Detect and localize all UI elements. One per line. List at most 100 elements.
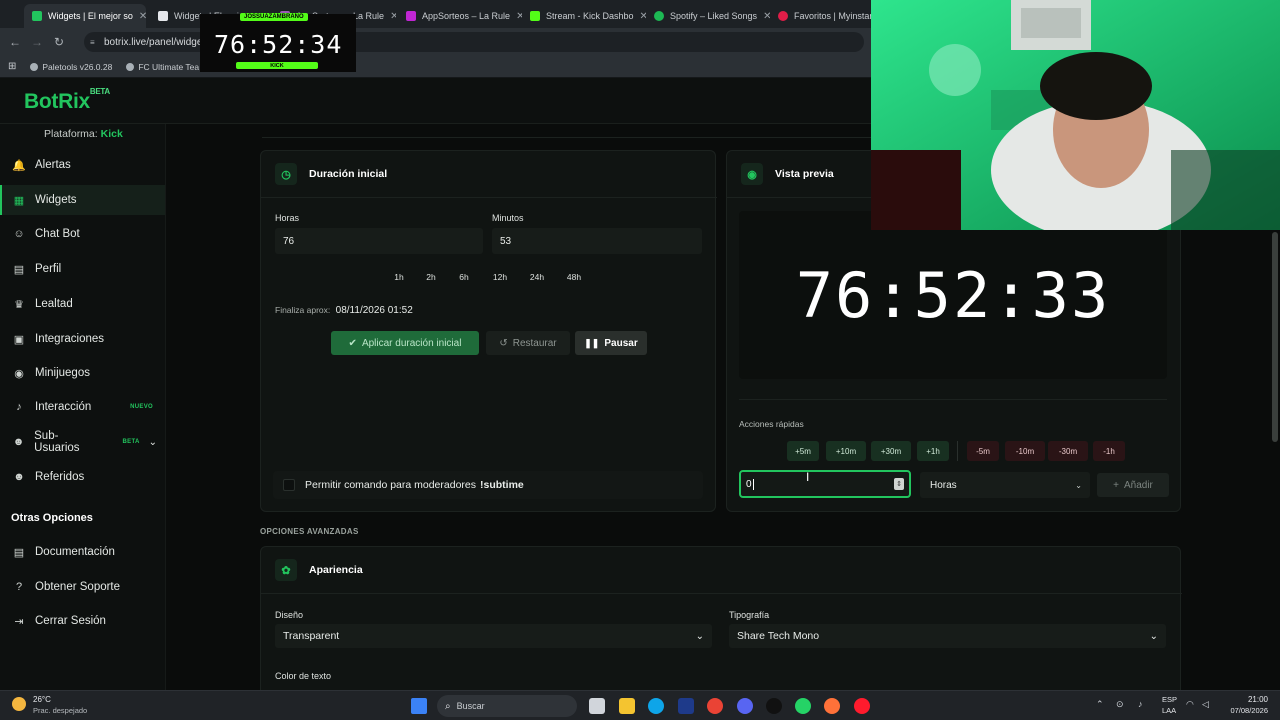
edge-icon[interactable] xyxy=(648,698,664,714)
nav-badge: BETA xyxy=(122,439,140,445)
keyboard-language[interactable]: ESP xyxy=(1162,695,1177,704)
browser-tab[interactable]: Widgets | El mejor so ✕ xyxy=(24,4,146,28)
puzzle-icon: ▣ xyxy=(13,333,25,346)
sidebar-item-widgets[interactable]: ▦ Widgets xyxy=(0,185,165,215)
close-tab-icon[interactable]: ✕ xyxy=(763,11,770,22)
browser-tab[interactable]: Stream - Kick Dashbo ✕ xyxy=(522,4,646,28)
preset-48h-button[interactable]: 48h xyxy=(559,267,589,287)
volume-icon[interactable]: ◁ xyxy=(1202,699,1209,710)
time-amount-input[interactable]: 0 ⇕ xyxy=(739,470,911,498)
browser-tab[interactable]: AppSorteos – La Rule ✕ xyxy=(398,4,522,28)
task-view-icon[interactable] xyxy=(589,698,605,714)
add-time-label: Añadir xyxy=(1123,479,1153,491)
browser-tab[interactable]: Favoritos | Myinstants xyxy=(770,4,872,28)
sidebar-item-documentaci-n[interactable]: ▤ Documentación xyxy=(0,537,165,567)
wifi-icon[interactable]: ◠ xyxy=(1186,699,1194,710)
time-unit-value: Horas xyxy=(930,479,957,491)
pause-button[interactable]: ❚❚ Pausar xyxy=(575,331,647,355)
sidebar-item-lealtad[interactable]: ♛ Lealtad xyxy=(0,289,165,319)
mic-icon[interactable]: ♪ xyxy=(1138,699,1143,709)
app-icon[interactable] xyxy=(766,698,782,714)
add-10m-button[interactable]: +10m xyxy=(826,441,866,461)
nav-badge: NUEVO xyxy=(130,404,153,410)
gamepad-icon: ◉ xyxy=(14,367,24,380)
reload-icon[interactable]: ↻ xyxy=(48,31,70,53)
sidebar-item-obtener-soporte[interactable]: ? Obtener Soporte xyxy=(0,572,165,602)
sidebar-item-integraciones[interactable]: ▣ Integraciones xyxy=(0,324,165,354)
back-icon[interactable]: ← xyxy=(4,31,26,53)
add-time-button[interactable]: + Añadir xyxy=(1097,473,1169,497)
tray-app-icon[interactable]: ⊙ xyxy=(1116,699,1124,710)
sidebar-item-perfil[interactable]: ▤ Perfil xyxy=(0,254,165,284)
preset-12h-button[interactable]: 12h xyxy=(485,267,515,287)
subtract-1h-button[interactable]: -1h xyxy=(1093,441,1125,461)
tab-favicon-icon xyxy=(778,11,788,21)
sidebar-item-interacci-n[interactable]: ♪ Interacción NUEVO xyxy=(0,392,165,422)
apps-grid-icon[interactable]: ⊞ xyxy=(8,61,16,72)
sidebar-item-label: Interacción xyxy=(35,401,92,413)
moderator-checkbox[interactable] xyxy=(283,479,295,491)
preset-1h-button[interactable]: 1h xyxy=(385,267,413,287)
appearance-card-title: Apariencia xyxy=(309,564,363,576)
font-select[interactable]: Share Tech Mono ⌄ xyxy=(729,624,1166,648)
clock-time[interactable]: 21:00 xyxy=(1218,695,1268,704)
firefox-icon[interactable] xyxy=(824,698,840,714)
bookmark-item[interactable]: Paletools v26.0.28 xyxy=(30,62,112,72)
search-icon: ⌕ xyxy=(445,700,451,712)
site-info-icon[interactable]: ≡ xyxy=(90,38,95,47)
stream-timer-overlay: JOSSUAZAMBRANO 76:52:34 KICK xyxy=(200,13,356,72)
tab-label: Stream - Kick Dashbo xyxy=(546,11,634,21)
chevron-down-icon[interactable]: ⌄ xyxy=(149,437,157,448)
sidebar-item-chat-bot[interactable]: ☺ Chat Bot xyxy=(0,219,165,249)
file-explorer-icon[interactable] xyxy=(619,698,635,714)
botrix-logo[interactable]: BotRixBETA xyxy=(24,87,110,114)
preset-6h-button[interactable]: 6h xyxy=(450,267,478,287)
whatsapp-icon[interactable] xyxy=(795,698,811,714)
sidebar-item-minijuegos[interactable]: ◉ Minijuegos xyxy=(0,358,165,388)
store-icon[interactable] xyxy=(678,698,694,714)
taskbar-search[interactable]: ⌕ Buscar xyxy=(437,695,577,717)
close-tab-icon[interactable]: ✕ xyxy=(139,11,146,22)
bookmark-item[interactable]: FC Ultimate Tea xyxy=(126,62,199,72)
screen: Widgets | El mejor so ✕ Widgets | El mej… xyxy=(0,0,1280,720)
sidebar-item-sub-usuarios[interactable]: ☻ Sub-Usuarios BETA ⌄ xyxy=(0,427,165,457)
preset-24h-button[interactable]: 24h xyxy=(522,267,552,287)
add-1h-button[interactable]: +1h xyxy=(917,441,949,461)
sidebar-item-cerrar-sesi-n[interactable]: ⇥ Cerrar Sesión xyxy=(0,606,165,636)
restore-button[interactable]: ↺ Restaurar xyxy=(486,331,570,355)
browser-tab[interactable]: Spotify – Liked Songs ✕ xyxy=(646,4,770,28)
sidebar-item-label: Chat Bot xyxy=(35,228,80,240)
discord-icon[interactable] xyxy=(737,698,753,714)
add-30m-button[interactable]: +30m xyxy=(871,441,911,461)
windows-start-icon[interactable] xyxy=(411,698,427,714)
tab-favicon-icon xyxy=(654,11,664,21)
apply-initial-duration-button[interactable]: ✔ Aplicar duración inicial xyxy=(331,331,479,355)
sidebar-item-label: Lealtad xyxy=(35,298,73,310)
chevron-down-icon: ⌄ xyxy=(695,630,704,642)
tray-chevron-icon[interactable]: ⌃ xyxy=(1096,699,1104,710)
close-tab-icon[interactable]: ✕ xyxy=(390,11,396,22)
design-select[interactable]: Transparent ⌄ xyxy=(275,624,712,648)
sidebar-item-label: Cerrar Sesión xyxy=(35,615,106,627)
minutes-input[interactable]: 53 xyxy=(492,228,702,254)
page-scrollbar[interactable] xyxy=(1272,232,1278,442)
tab-label: Favoritos | Myinstants xyxy=(794,11,872,21)
sidebar-item-referidos[interactable]: ☻ Referidos xyxy=(0,462,165,492)
time-unit-select[interactable]: Horas ⌄ xyxy=(920,472,1090,498)
add-5m-button[interactable]: +5m xyxy=(787,441,819,461)
preset-2h-button[interactable]: 2h xyxy=(417,267,445,287)
hours-input[interactable]: 76 xyxy=(275,228,483,254)
number-spinner-icon[interactable]: ⇕ xyxy=(894,478,904,490)
forward-icon[interactable]: → xyxy=(26,31,48,53)
overlay-username-tag: JOSSUAZAMBRANO xyxy=(240,13,308,21)
sidebar-item-alertas[interactable]: 🔔 Alertas xyxy=(0,150,165,180)
subtract-30m-button[interactable]: -30m xyxy=(1048,441,1088,461)
people-icon: ☻ xyxy=(13,471,25,483)
chrome-icon[interactable] xyxy=(707,698,723,714)
sidebar-item-label: Obtener Soporte xyxy=(35,581,121,593)
subtract-5m-button[interactable]: -5m xyxy=(967,441,999,461)
subtract-10m-button[interactable]: -10m xyxy=(1005,441,1045,461)
tab-label: AppSorteos – La Rule xyxy=(422,11,511,21)
ends-at: Finaliza aprox: 08/11/2026 01:52 xyxy=(275,305,413,316)
opera-icon[interactable] xyxy=(854,698,870,714)
